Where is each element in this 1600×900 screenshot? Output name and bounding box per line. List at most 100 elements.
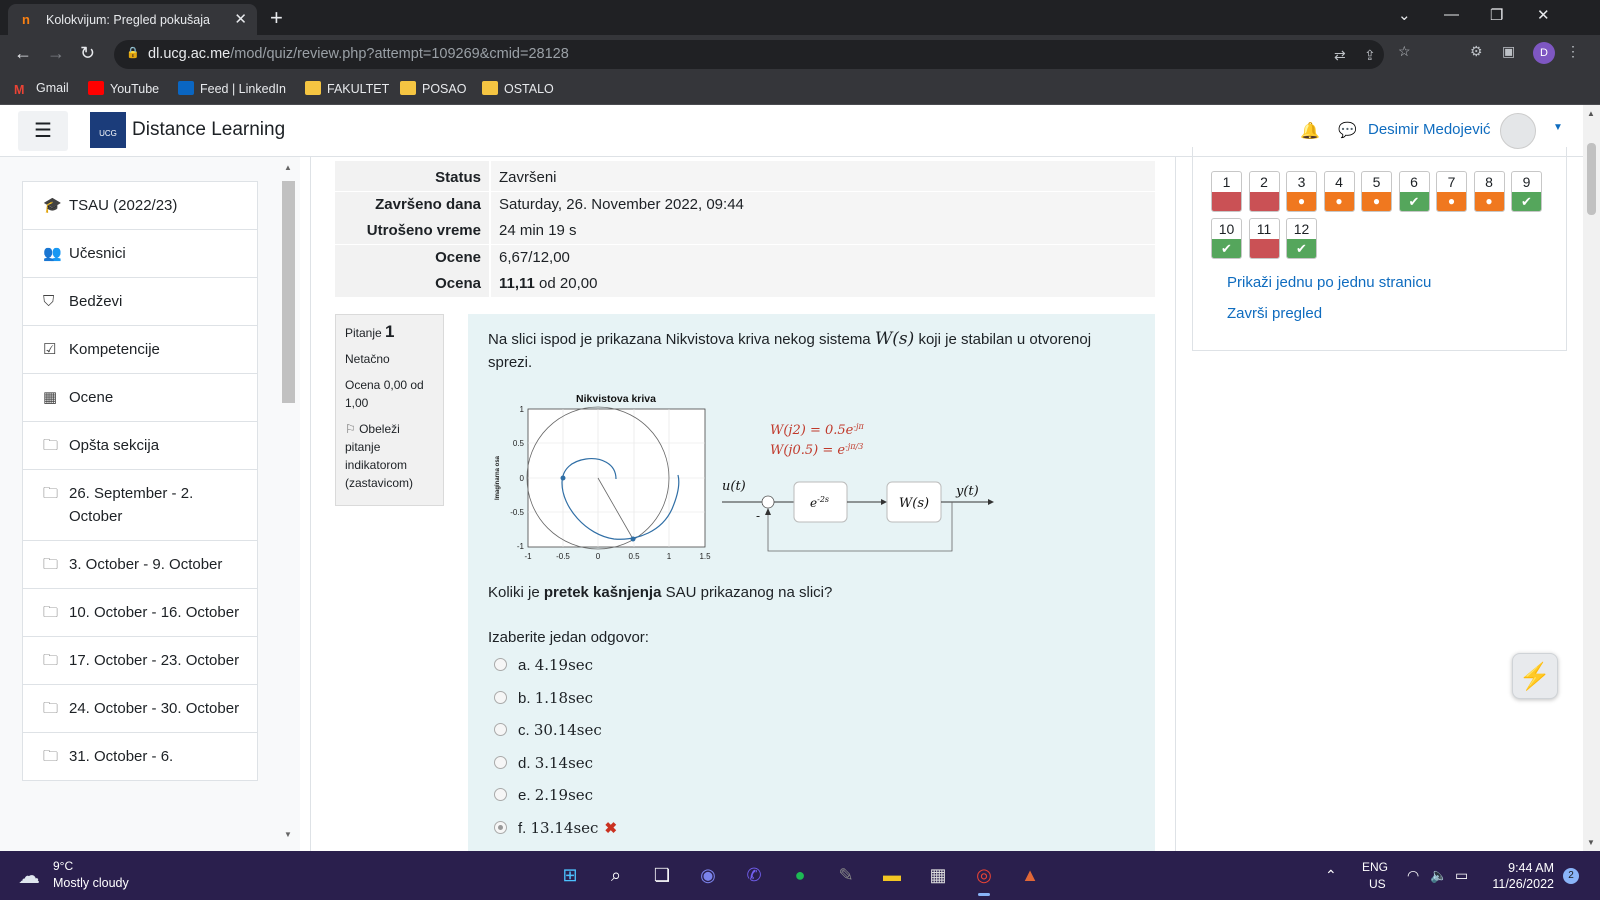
answer-option-a[interactable]: a. 4.19sec (494, 654, 894, 687)
finish-review-link[interactable]: Završi pregled (1227, 305, 1322, 322)
answer-option-d[interactable]: d. 3.14sec (494, 752, 894, 785)
restore-icon[interactable]: ❐ (1490, 6, 1503, 24)
drawer-scrollbar[interactable]: ▲ ▼ (282, 163, 295, 839)
quick-action-bolt-icon[interactable]: ⚡ (1512, 653, 1558, 699)
tab-search-icon[interactable]: ⌄ (1398, 6, 1411, 24)
language-code[interactable]: ENG (1362, 860, 1388, 874)
answer-option-e[interactable]: e. 2.19sec (494, 784, 894, 817)
nav-item-week[interactable]: 🗀 24. October - 30. October (22, 685, 258, 733)
translate-icon[interactable]: ⇄ (1334, 47, 1346, 64)
matlab-icon[interactable]: ▲ (1016, 861, 1044, 889)
notification-badge[interactable]: 2 (1563, 868, 1579, 884)
scrollbar-thumb[interactable] (1587, 143, 1596, 215)
quiz-nav-button-12[interactable]: 12 ✔ (1286, 218, 1317, 259)
radio-button[interactable] (494, 690, 507, 704)
radio-button[interactable] (494, 723, 507, 736)
bookmark-star-icon[interactable]: ☆ (1398, 43, 1411, 60)
chevron-down-icon[interactable]: ▼ (1553, 122, 1563, 133)
answer-option-f[interactable]: f. 13.14sec ✖ (494, 817, 894, 850)
radio-button[interactable] (494, 658, 507, 671)
radio-button[interactable] (494, 788, 507, 801)
bookmark-gmail[interactable]: M Gmail (14, 81, 69, 97)
nav-item-week[interactable]: 🗀 26. September - 2. October (22, 470, 258, 541)
url-field[interactable]: 🔒 dl.ucg.ac.me/mod/quiz/review.php?attem… (114, 40, 1384, 69)
share-icon[interactable]: ⇪ (1364, 47, 1376, 64)
minimize-icon[interactable]: — (1444, 6, 1459, 23)
bookmark-posao[interactable]: POSAO (400, 81, 466, 96)
page-scrollbar[interactable]: ▲ ▼ (1583, 105, 1600, 851)
nav-item-course[interactable]: 🎓 TSAU (2022/23) (22, 181, 258, 230)
scroll-up-icon[interactable]: ▲ (1587, 109, 1595, 118)
bookmark-ostalo[interactable]: OSTALO (482, 81, 554, 96)
new-tab-icon[interactable]: + (270, 5, 283, 31)
quiz-nav-button-11[interactable]: 11 (1248, 218, 1280, 259)
nav-item-week[interactable]: 🗀 10. October - 16. October (22, 589, 258, 637)
forward-icon[interactable]: → (47, 43, 65, 64)
notifications-bell-icon[interactable]: 🔔 (1300, 121, 1320, 141)
menu-icon[interactable]: ⋮ (1566, 43, 1580, 60)
quiz-nav-button-2[interactable]: 2 (1248, 171, 1280, 212)
nav-item-week[interactable]: 🗀 31. October - 6. (22, 733, 258, 781)
show-one-page-link[interactable]: Prikaži jednu po jednu stranicu (1227, 274, 1431, 291)
close-window-icon[interactable]: ✕ (1537, 6, 1550, 24)
search-icon[interactable]: ⌕ (602, 861, 630, 889)
browser-tab[interactable]: n Kolokvijum: Pregled pokušaja ✕ (8, 4, 257, 35)
quiz-nav-button-5[interactable]: 5 ● (1361, 171, 1392, 212)
scroll-up-icon[interactable]: ▲ (284, 163, 292, 172)
nav-item-week[interactable]: 🗀 3. October - 9. October (22, 541, 258, 589)
reload-icon[interactable]: ↻ (80, 43, 95, 64)
nav-item-badges[interactable]: ⛉ Bedževi (22, 278, 258, 326)
scroll-down-icon[interactable]: ▼ (284, 830, 292, 839)
answer-option-c[interactable]: c. 30.14sec (494, 719, 894, 752)
quiz-nav-button-1[interactable]: 1 (1211, 171, 1242, 212)
wifi-icon[interactable]: ◠ (1407, 867, 1419, 884)
quiz-nav-button-7[interactable]: 7 ● (1436, 171, 1467, 212)
side-panel-icon[interactable]: ▣ (1502, 43, 1515, 60)
radio-button[interactable] (494, 755, 507, 769)
scrollbar-thumb[interactable] (282, 181, 295, 403)
bookmark-linkedin[interactable]: Feed | LinkedIn (178, 81, 286, 96)
quiz-nav-button-3[interactable]: 3 ● (1286, 171, 1317, 212)
file-explorer-icon[interactable]: ▬ (878, 861, 906, 889)
bookmark-fakultet[interactable]: FAKULTET (305, 81, 389, 96)
site-name[interactable]: Distance Learning (132, 119, 285, 141)
quiz-nav-button-4[interactable]: 4 ● (1323, 171, 1355, 212)
chevron-up-icon[interactable]: ⌃ (1325, 867, 1337, 884)
battery-icon[interactable]: ▭ (1455, 867, 1468, 884)
nav-item-general-section[interactable]: 🗀 Opšta sekcija (22, 422, 258, 470)
back-icon[interactable]: ← (14, 43, 32, 64)
quiz-nav-button-8[interactable]: 8 ● (1473, 171, 1505, 212)
viber-icon[interactable]: ✆ (740, 861, 768, 889)
language-region[interactable]: US (1369, 877, 1386, 891)
start-windows-icon[interactable]: ⊞ (556, 861, 584, 889)
pen-app-icon[interactable]: ✎ (832, 861, 860, 889)
nav-item-participants[interactable]: 👥 Učesnici (22, 230, 258, 278)
microsoft-store-icon[interactable]: ▦ (924, 861, 952, 889)
avatar[interactable] (1500, 113, 1536, 149)
nav-item-grades[interactable]: ▦ Ocene (22, 374, 258, 422)
chrome-icon[interactable]: ◎ (970, 861, 998, 896)
messages-chat-icon[interactable]: 💬 (1338, 121, 1357, 139)
nav-item-competencies[interactable]: ☑ Kompetencije (22, 326, 258, 374)
profile-avatar[interactable]: D (1533, 42, 1555, 64)
close-tab-icon[interactable]: ✕ (234, 10, 247, 28)
spotify-icon[interactable]: ● (786, 861, 814, 889)
answer-option-b[interactable]: b. 1.18sec (494, 687, 894, 720)
extensions-icon[interactable]: ⚙ (1470, 43, 1483, 60)
drawer-toggle-button[interactable]: ☰ (18, 111, 68, 151)
site-logo[interactable]: UCG (90, 112, 126, 148)
flag-question-link[interactable]: ⚐ Obeleži pitanje indikatorom (zastavico… (345, 420, 434, 492)
scroll-down-icon[interactable]: ▼ (1587, 838, 1595, 847)
quiz-nav-button-9[interactable]: 9 ✔ (1511, 171, 1542, 212)
nav-item-week[interactable]: 🗀 17. October - 23. October (22, 637, 258, 685)
quiz-nav-button-10[interactable]: 10 ✔ (1211, 218, 1242, 259)
radio-button-selected[interactable] (494, 820, 507, 834)
user-menu-name[interactable]: Desimir Medojević (1368, 121, 1491, 138)
clock[interactable]: 9:44 AM 11/26/2022 (1478, 860, 1554, 892)
mute-speaker-icon[interactable]: 🔈 (1430, 867, 1447, 884)
teams-chat-icon[interactable]: ◉ (694, 861, 722, 889)
lock-icon[interactable]: 🔒 (126, 46, 140, 59)
quiz-nav-button-6[interactable]: 6 ✔ (1398, 171, 1430, 212)
task-view-icon[interactable]: ❏ (648, 861, 676, 889)
bookmark-youtube[interactable]: YouTube (88, 81, 159, 96)
